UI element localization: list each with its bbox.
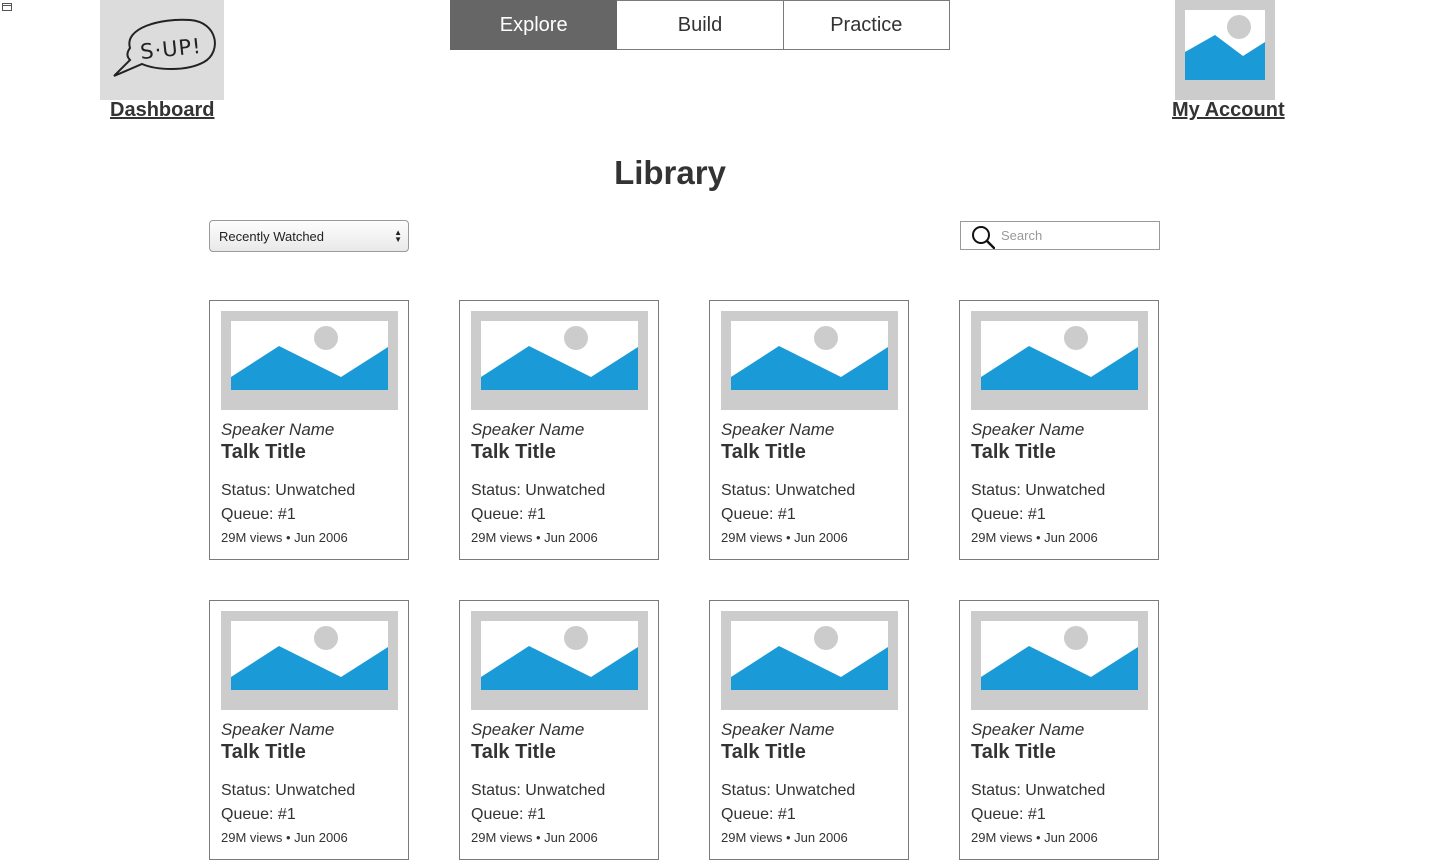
tab-explore[interactable]: Explore [450,0,618,50]
talk-card[interactable]: Speaker Name Talk Title Status: Unwatche… [959,300,1159,560]
my-account-link[interactable]: My Account [1172,99,1285,122]
page-title: Library [614,154,726,191]
image-placeholder-icon [971,611,1148,710]
logo[interactable]: S·UP! [100,0,224,100]
talk-meta: 29M views • Jun 2006 [471,830,598,845]
talk-queue: Queue: #1 [721,506,796,523]
talk-status: Status: Unwatched [721,482,856,499]
talk-meta: 29M views • Jun 2006 [971,830,1098,845]
talk-meta: 29M views • Jun 2006 [471,530,598,545]
speaker-name: Speaker Name [721,720,835,739]
talk-meta: 29M views • Jun 2006 [971,530,1098,545]
talk-queue: Queue: #1 [221,806,296,823]
tab-build[interactable]: Build [617,0,784,50]
talk-grid: Speaker Name Talk Title Status: Unwatche… [209,300,1160,860]
image-placeholder-icon [221,311,398,410]
talk-status: Status: Unwatched [971,482,1106,499]
window-icon [2,3,12,11]
talk-title: Talk Title [971,441,1056,463]
talk-status: Status: Unwatched [221,782,356,799]
talk-queue: Queue: #1 [471,506,546,523]
talk-status: Status: Unwatched [971,782,1106,799]
talk-queue: Queue: #1 [221,506,296,523]
talk-queue: Queue: #1 [471,806,546,823]
dropdown-arrows-icon: ▲ ▼ [394,228,402,244]
talk-queue: Queue: #1 [971,506,1046,523]
image-placeholder-icon [471,311,648,410]
account-avatar[interactable] [1175,0,1275,100]
speaker-name: Speaker Name [471,420,585,439]
talk-title: Talk Title [221,741,306,763]
talk-title: Talk Title [721,741,806,763]
talk-card[interactable]: Speaker Name Talk Title Status: Unwatche… [959,600,1159,860]
speaker-name: Speaker Name [221,720,335,739]
talk-card[interactable]: Speaker Name Talk Title Status: Unwatche… [459,600,659,860]
image-placeholder-icon [221,611,398,710]
talk-title: Talk Title [971,741,1056,763]
talk-title: Talk Title [221,441,306,463]
image-placeholder-icon [721,611,898,710]
talk-status: Status: Unwatched [221,482,356,499]
sort-dropdown[interactable]: Recently Watched ▲ ▼ [209,220,409,252]
sort-selected-value: Recently Watched [219,228,325,244]
talk-card[interactable]: Speaker Name Talk Title Status: Unwatche… [209,600,409,860]
talk-card[interactable]: Speaker Name Talk Title Status: Unwatche… [709,300,909,560]
speaker-name: Speaker Name [971,420,1085,439]
talk-status: Status: Unwatched [471,782,606,799]
search-icon [972,226,995,249]
talk-card[interactable]: Speaker Name Talk Title Status: Unwatche… [709,600,909,860]
talk-title: Talk Title [471,741,556,763]
talk-status: Status: Unwatched [721,782,856,799]
image-placeholder-icon [971,311,1148,410]
search-input[interactable] [1001,225,1151,245]
main-tabs: Explore Build Practice [450,0,950,50]
talk-title: Talk Title [721,441,806,463]
image-placeholder-icon [471,611,648,710]
search-box[interactable] [960,221,1160,250]
speaker-name: Speaker Name [471,720,585,739]
speaker-name: Speaker Name [971,720,1085,739]
image-placeholder-icon [721,311,898,410]
talk-meta: 29M views • Jun 2006 [221,530,348,545]
talk-meta: 29M views • Jun 2006 [221,830,348,845]
talk-queue: Queue: #1 [721,806,796,823]
dashboard-link[interactable]: Dashboard [110,99,214,122]
talk-queue: Queue: #1 [971,806,1046,823]
talk-meta: 29M views • Jun 2006 [721,830,848,845]
talk-title: Talk Title [471,441,556,463]
talk-card[interactable]: Speaker Name Talk Title Status: Unwatche… [459,300,659,560]
talk-status: Status: Unwatched [471,482,606,499]
speaker-name: Speaker Name [221,420,335,439]
talk-card[interactable]: Speaker Name Talk Title Status: Unwatche… [209,300,409,560]
speaker-name: Speaker Name [721,420,835,439]
talk-meta: 29M views • Jun 2006 [721,530,848,545]
tab-practice[interactable]: Practice [783,0,950,50]
